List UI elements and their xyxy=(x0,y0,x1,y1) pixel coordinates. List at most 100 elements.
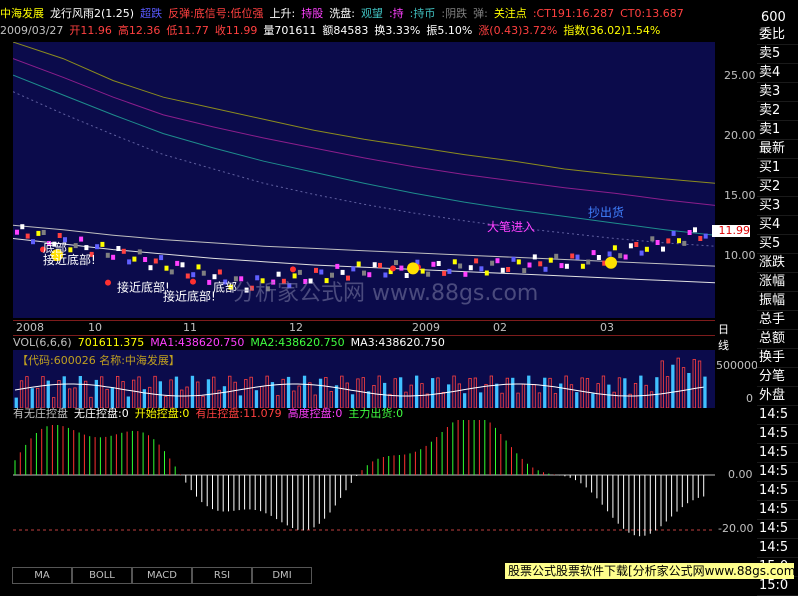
price-candle xyxy=(548,257,553,263)
side-item: 最新 xyxy=(757,140,798,159)
price-candle xyxy=(399,265,404,271)
indicator-tag: :持 xyxy=(388,7,404,20)
price-candle xyxy=(554,253,559,259)
tab-boll[interactable]: BOLL xyxy=(72,567,132,584)
price-candle xyxy=(159,255,164,261)
volume-header: VOL(6,6,6) 701611.375 MA1:438620.750 MA2:43… xyxy=(13,336,451,349)
tab-rsi[interactable]: RSI xyxy=(192,567,252,584)
price-candle xyxy=(362,270,366,276)
volume-bar xyxy=(575,392,579,409)
price-candle xyxy=(127,259,132,265)
footer-banner[interactable]: 股票公式股票软件下载[分析家公式网www.88gs.com] xyxy=(505,563,798,579)
volume-bar xyxy=(318,378,323,409)
date-label: 11 xyxy=(183,321,197,334)
side-item: 14:5 xyxy=(757,444,798,463)
price-candle xyxy=(677,238,681,244)
volume-bar xyxy=(462,393,467,409)
side-item: 买5 xyxy=(757,235,798,254)
volume-bar xyxy=(249,376,253,409)
volume-bar xyxy=(350,394,355,409)
volume-bar xyxy=(676,357,680,409)
volume-bar xyxy=(345,382,349,409)
price-candle xyxy=(15,229,19,235)
price-chart-svg: 底部接近底部!接近底部!接近底部!底部大笔进入抄出货分析家公式网 www.88g… xyxy=(12,41,716,306)
price-candle xyxy=(351,266,356,272)
volume-bar xyxy=(260,385,264,409)
price-tick: 10.00 xyxy=(724,249,756,262)
price-candle xyxy=(121,248,126,254)
moving-average-line xyxy=(12,41,716,184)
indicator-tag: 反弹:底信号:低位强 xyxy=(168,7,264,20)
volume-bar xyxy=(564,375,568,409)
quote-value: 额84583 xyxy=(322,24,369,37)
volume-bar xyxy=(591,393,595,409)
price-candle xyxy=(596,255,601,260)
volume-bar xyxy=(153,375,157,409)
stock-name[interactable]: 中海发展 xyxy=(0,7,44,20)
period-label[interactable]: 日线 xyxy=(718,321,729,353)
date-label: 02 xyxy=(493,321,507,334)
control-chart[interactable] xyxy=(13,413,715,562)
volume-tick: 500000 xyxy=(716,359,758,372)
volume-bar xyxy=(148,386,152,409)
side-code: 600 xyxy=(761,10,786,25)
chart-annotation: 大笔进入 xyxy=(487,219,535,234)
price-candle xyxy=(452,259,457,265)
volume-bar xyxy=(478,392,483,409)
side-item: 分笔 xyxy=(757,368,798,387)
volume-bar xyxy=(62,376,66,409)
volume-bar xyxy=(19,380,24,409)
volume-bar xyxy=(607,384,611,409)
side-list: 委比 卖5 卖4 卖3 卖2 卖1 最新 买1 买2 买3 买4 买5 涨跌 涨幅 振幅 总手 总额 换手 分笔 外盘… xyxy=(757,26,798,596)
volume-bar xyxy=(377,375,381,409)
volume-bar xyxy=(281,378,285,409)
volume-bar xyxy=(436,377,440,409)
control-tick: -20.00 xyxy=(718,522,754,535)
volume-bar xyxy=(532,384,536,409)
quote-value: 振5.10% xyxy=(426,24,473,37)
volume-bar xyxy=(105,388,109,409)
volume-bar xyxy=(543,377,547,409)
signal-dot xyxy=(390,265,396,272)
volume-bar xyxy=(265,375,269,409)
volume-bar xyxy=(190,375,195,409)
volume-bar xyxy=(473,377,478,409)
volume-bar xyxy=(511,377,515,409)
tab-macd[interactable]: MACD xyxy=(132,567,192,584)
volume-bar xyxy=(660,360,664,409)
tab-dmi[interactable]: DMI xyxy=(252,567,312,584)
indicator-tag: 上升: xyxy=(269,7,296,20)
price-candle xyxy=(340,269,345,275)
price-candle xyxy=(703,233,708,239)
price-candle xyxy=(698,236,703,241)
tab-ma[interactable]: MA xyxy=(12,567,72,584)
volume-bar xyxy=(94,379,98,409)
volume-value: VOL(6,6,6) xyxy=(13,336,72,349)
volume-bar xyxy=(286,376,291,409)
control-tick: 0.00 xyxy=(728,468,753,481)
smiley-marker xyxy=(605,256,617,269)
side-item: 买4 xyxy=(757,216,798,235)
price-candle xyxy=(687,230,692,235)
indicator-name[interactable]: 龙行风雨2(1.25) xyxy=(50,7,134,20)
volume-bar xyxy=(521,383,526,409)
current-price-tag: 11.99 xyxy=(712,225,750,237)
price-candle xyxy=(543,266,548,272)
volume-bar xyxy=(580,377,584,409)
price-candle xyxy=(191,272,196,278)
volume-bar xyxy=(180,389,184,409)
control-axis: 0.00 -20.00 xyxy=(716,420,760,562)
price-candle xyxy=(506,267,511,272)
price-candle xyxy=(143,257,148,262)
volume-bar xyxy=(692,359,696,409)
volume-bar xyxy=(185,386,189,409)
price-candle xyxy=(356,261,361,267)
volume-bar xyxy=(100,376,104,409)
volume-bar xyxy=(697,360,702,409)
volume-chart[interactable]: 【代码:600026 名称:中海发展】 xyxy=(13,350,715,409)
indicator-tag: 关注点 xyxy=(493,7,527,20)
volume-bar xyxy=(329,391,333,409)
price-candle xyxy=(73,243,78,249)
price-candle xyxy=(570,253,575,259)
price-chart[interactable]: 底部 接近底部! 接近底部! 接近底部! 底部 大笔进入 抄出货 分析家公式网 www.88g… xyxy=(12,41,716,318)
